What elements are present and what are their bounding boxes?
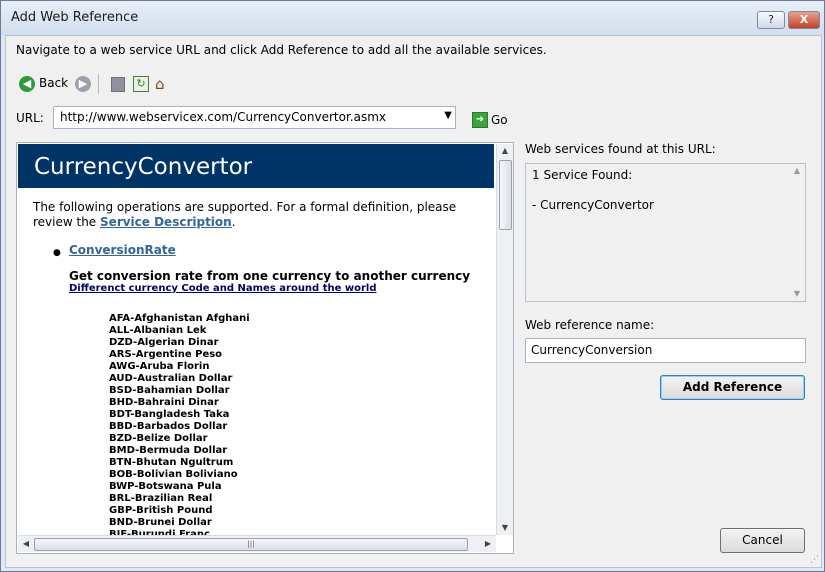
list-item: BHD-Bahraini Dinar bbox=[109, 397, 219, 408]
scroll-up-icon[interactable]: ▲ bbox=[789, 164, 805, 178]
list-item: ARS-Argentine Peso bbox=[109, 349, 223, 360]
service-count: 1 Service Found: bbox=[532, 168, 633, 182]
list-item: BTN-Bhutan Ngultrum bbox=[109, 457, 234, 468]
resize-grip-icon[interactable]: ⋰ bbox=[810, 555, 819, 565]
service-description-link[interactable]: Service Description bbox=[100, 215, 232, 229]
list-item: AWG-Aruba Florin bbox=[109, 361, 210, 372]
dialog-title: Add Web Reference bbox=[11, 10, 139, 25]
navigation-toolbar: ◀ Back ▶ ↻ ⌂ bbox=[16, 72, 316, 96]
help-button[interactable]: ? bbox=[757, 11, 785, 29]
scroll-right-icon[interactable]: ▶ bbox=[480, 537, 496, 551]
page-heading: CurrencyConvertor bbox=[34, 154, 253, 180]
stop-icon[interactable] bbox=[111, 77, 125, 92]
scroll-left-icon[interactable]: ◀ bbox=[18, 537, 34, 551]
cancel-button[interactable]: Cancel bbox=[720, 528, 805, 553]
list-item: GBP-British Pound bbox=[109, 505, 213, 516]
web-browser-pane[interactable]: CurrencyConvertor The following operatio… bbox=[16, 142, 514, 554]
list-item: AFA-Afghanistan Afghani bbox=[109, 313, 250, 324]
conversion-rate-link[interactable]: ConversionRate bbox=[69, 243, 176, 257]
refresh-icon[interactable]: ↻ bbox=[133, 76, 149, 92]
horizontal-scroll-thumb[interactable]: ||| bbox=[34, 538, 468, 551]
services-found-label: Web services found at this URL: bbox=[525, 142, 716, 156]
close-button[interactable]: X bbox=[788, 11, 820, 29]
scroll-up-icon[interactable]: ▲ bbox=[497, 144, 513, 158]
home-icon[interactable]: ⌂ bbox=[155, 75, 165, 93]
reference-name-input[interactable]: CurrencyConversion bbox=[525, 338, 806, 363]
list-item: BWP-Botswana Pula bbox=[109, 481, 222, 492]
url-input[interactable]: http://www.webservicex.com/CurrencyConve… bbox=[60, 110, 386, 124]
intro-end: . bbox=[231, 215, 236, 229]
toolbar-separator bbox=[98, 74, 99, 94]
add-web-reference-dialog: Add Web Reference ? X Navigate to a web … bbox=[0, 0, 825, 572]
url-label: URL: bbox=[16, 111, 44, 125]
list-item: DZD-Algerian Dinar bbox=[109, 337, 219, 348]
list-item: ALL-Albanian Lek bbox=[109, 325, 207, 336]
back-icon: ◀ bbox=[19, 76, 35, 92]
list-item: BMD-Bermuda Dollar bbox=[109, 445, 228, 456]
reference-name-label: Web reference name: bbox=[525, 318, 655, 332]
list-item: BND-Brunei Dollar bbox=[109, 517, 212, 528]
operation-description: Get conversion rate from one currency to… bbox=[69, 269, 471, 283]
currency-codes-link[interactable]: Differenct currency Code and Names aroun… bbox=[69, 283, 376, 294]
forward-icon[interactable]: ▶ bbox=[75, 76, 91, 92]
list-item: BDT-Bangladesh Taka bbox=[109, 409, 230, 420]
list-item: BZD-Belize Dollar bbox=[109, 433, 208, 444]
page-intro: The following operations are supported. … bbox=[33, 200, 493, 230]
vertical-scrollbar[interactable]: ▲ ▼ bbox=[496, 144, 513, 535]
back-label: Back bbox=[39, 76, 69, 90]
go-button[interactable]: Go bbox=[491, 113, 508, 127]
scroll-down-icon[interactable]: ▼ bbox=[497, 521, 513, 535]
add-reference-button[interactable]: Add Reference bbox=[660, 375, 805, 400]
scroll-down-icon[interactable]: ▼ bbox=[789, 287, 805, 301]
intro-text: The following operations are supported. … bbox=[33, 200, 457, 229]
title-bar[interactable]: Add Web Reference ? X bbox=[1, 1, 824, 35]
list-item: AUD-Australian Dollar bbox=[109, 373, 233, 384]
instruction-text: Navigate to a web service URL and click … bbox=[16, 43, 547, 57]
go-arrow-icon[interactable]: ➜ bbox=[472, 112, 488, 128]
horizontal-scrollbar[interactable]: ◀ ||| ▶ bbox=[18, 535, 496, 552]
list-item: BSD-Bahamian Dollar bbox=[109, 385, 230, 396]
bullet-icon: ● bbox=[53, 248, 61, 258]
list-item: BBD-Barbados Dollar bbox=[109, 421, 228, 432]
dialog-body: Navigate to a web service URL and click … bbox=[5, 35, 822, 568]
reference-name-value: CurrencyConversion bbox=[531, 343, 653, 357]
chevron-down-icon[interactable]: ▼ bbox=[444, 110, 452, 121]
service-item: - CurrencyConvertor bbox=[532, 198, 654, 212]
back-button[interactable]: ◀ Back bbox=[16, 72, 72, 94]
page-heading-bar: CurrencyConvertor bbox=[18, 144, 494, 188]
services-found-panel[interactable]: 1 Service Found: - CurrencyConvertor ▲ ▼ bbox=[525, 163, 806, 302]
url-combobox[interactable]: http://www.webservicex.com/CurrencyConve… bbox=[53, 106, 456, 129]
list-item: BRL-Brazilian Real bbox=[109, 493, 213, 504]
list-item: BOB-Bolivian Boliviano bbox=[109, 469, 238, 480]
vertical-scroll-thumb[interactable] bbox=[499, 160, 512, 230]
currency-code-list: AFA-Afghanistan Afghani ALL-Albanian Lek… bbox=[109, 313, 250, 541]
